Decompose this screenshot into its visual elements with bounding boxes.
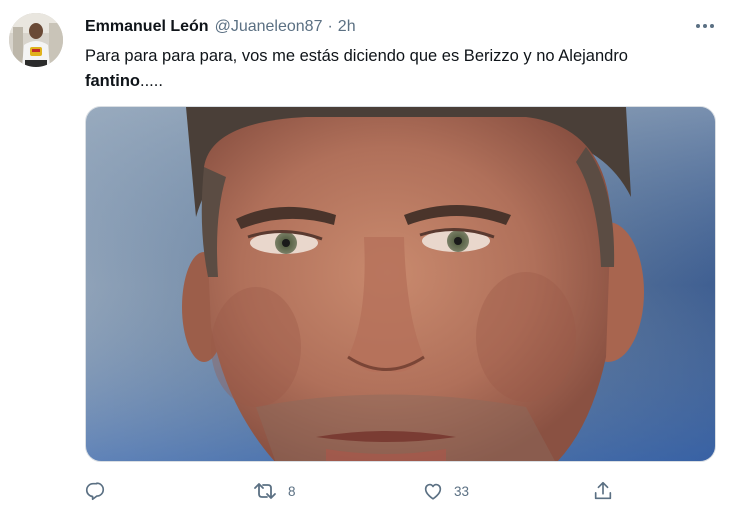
avatar-image bbox=[9, 13, 63, 67]
more-options-button[interactable] bbox=[692, 16, 718, 36]
heart-icon bbox=[424, 483, 442, 500]
tweet-media[interactable] bbox=[85, 106, 716, 462]
author-name[interactable]: Emmanuel León bbox=[85, 18, 209, 36]
tweet-text-main: Para para para para, vos me estás dicien… bbox=[85, 47, 628, 65]
author-handle[interactable]: @Juaneleon87 bbox=[215, 18, 323, 36]
tweet-text-bold: fantino bbox=[85, 72, 140, 90]
separator-dot: · bbox=[327, 18, 333, 35]
tweet-card: Emmanuel León @Juaneleon87 · 2h Para par… bbox=[0, 0, 734, 511]
share-button[interactable] bbox=[592, 478, 614, 504]
tweet-text: Para para para para, vos me estás dicien… bbox=[85, 44, 710, 94]
tweet-actions: 8 33 bbox=[0, 478, 734, 504]
retweet-count: 8 bbox=[288, 483, 296, 499]
like-count: 33 bbox=[454, 483, 470, 499]
share-icon bbox=[594, 481, 612, 500]
retweet-icon bbox=[254, 483, 276, 499]
tweet-header: Emmanuel León @Juaneleon87 · 2h bbox=[85, 16, 356, 38]
reply-icon bbox=[85, 482, 105, 501]
avatar[interactable] bbox=[9, 13, 63, 67]
more-icon bbox=[696, 24, 714, 28]
tweet-time[interactable]: 2h bbox=[338, 18, 356, 36]
like-button[interactable]: 33 bbox=[422, 478, 469, 504]
tweet-text-tail: ..... bbox=[140, 72, 163, 90]
media-image bbox=[86, 107, 715, 461]
retweet-button[interactable]: 8 bbox=[252, 478, 296, 504]
reply-button[interactable] bbox=[84, 478, 106, 504]
